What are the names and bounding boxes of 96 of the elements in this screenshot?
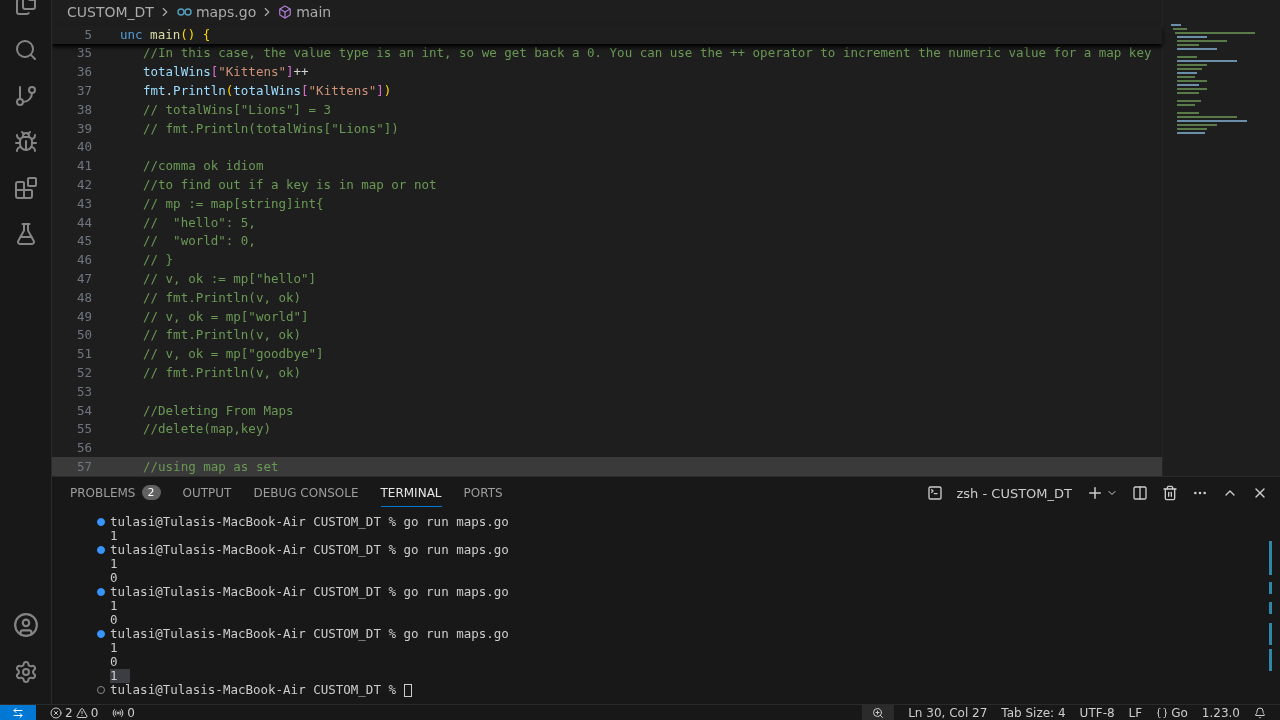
panel-tab[interactable]: PORTS [463,479,503,507]
code-line: //using map as set [142,458,279,474]
terminal-output: 1 [110,557,118,571]
line-number: 55 [75,421,92,437]
code-line: // fmt.Println(v, ok) [142,364,302,380]
code-line: //comma ok idiom [142,158,264,174]
line-number: 39 [75,120,92,136]
code-line: // mp := map[string]int{ [142,195,324,211]
code-line: // v, ok = mp["goodbye"] [142,346,324,362]
breadcrumb-item[interactable]: main [296,4,332,21]
extensions-icon[interactable] [13,176,38,200]
zoom-icon[interactable] [862,705,895,720]
line-number: 50 [75,327,92,343]
broadcast-icon [112,706,125,719]
panel-tab[interactable]: DEBUG CONSOLE [253,479,359,507]
text-cursor [403,683,412,697]
line-number: 41 [75,158,92,174]
code-line: // fmt.Println(v, ok) [142,289,302,305]
code-line: //to find out if a key is in map or not [142,177,437,192]
bell-icon[interactable] [1254,706,1266,719]
split-icon[interactable] [1132,485,1148,501]
cube-icon [278,5,293,20]
line-number: 46 [75,252,92,268]
encoding[interactable]: UTF-8 [1079,705,1115,720]
panel-tab[interactable]: TERMINAL [380,479,442,507]
count-badge: 2 [141,485,161,500]
line-number: 35 [75,45,92,61]
terminal-prompt: tulasi@Tulasis-MacBook-Air CUSTOM_DT % go run maps.go [110,515,509,529]
account-icon[interactable] [12,612,39,638]
remote-icon[interactable] [0,705,36,720]
cursor-position[interactable]: Ln 30, Col 27 [908,705,988,720]
line-number: 5 [83,26,92,42]
line-number: 54 [75,402,92,418]
code-line: //delete(map,key) [142,421,271,437]
terminal-output: 0 [110,571,118,585]
code-line: // "world": 0, [142,233,256,249]
terminal-output: 1 [110,529,118,543]
tab-size[interactable]: Tab Size: 4 [1001,705,1066,720]
go-file-icon [175,8,192,17]
line-number: 47 [75,271,92,286]
code-line: //Deleting From Maps [142,402,294,418]
terminal-output: 1 [110,641,118,655]
code-line: fmt.Println(totalWins["Kittens"]) [142,83,392,98]
line-number: 37 [75,83,92,98]
line-number: 36 [75,64,92,80]
run-debug-icon[interactable] [13,130,38,154]
terminal-output: 0 [110,655,118,669]
code-line: // v, ok = mp["world"] [142,308,309,324]
code-line: // fmt.Println(totalWins["Lions"]) [142,120,399,136]
warning-icon [75,706,88,719]
plus-icon[interactable] [1086,484,1104,502]
line-number: 57 [75,458,92,474]
code-line: totalWins["Kittens"]++ [142,64,309,80]
line-number: 53 [75,383,92,399]
terminal-output: 1 [110,669,130,683]
line-number: 38 [75,101,92,117]
line-number: 42 [75,177,92,192]
line-number: 49 [75,308,92,324]
line-number: 52 [75,364,92,380]
problems-status[interactable]: 2 0 [50,705,99,720]
terminal-icon [926,485,943,501]
code-line: // } [142,252,174,268]
line-number: 40 [75,139,92,155]
source-control-icon[interactable] [13,84,38,108]
go-version[interactable]: 1.23.0 [1201,705,1240,720]
code-line: // "hello": 5, [142,214,256,230]
line-number: 45 [75,233,92,249]
search-icon[interactable] [13,38,38,62]
code-line: //In this case, the value type is an int, so we get back a 0. You can use the ++ operator to increment the numeric value for a map key [142,45,1152,61]
terminal-prompt: tulasi@Tulasis-MacBook-Air CUSTOM_DT % [110,683,397,697]
braces-icon [1156,706,1169,719]
breadcrumb-item[interactable]: CUSTOM_DT [67,4,154,21]
terminal-prompt: tulasi@Tulasis-MacBook-Air CUSTOM_DT % go run maps.go [110,543,509,557]
terminal-output: 1 [110,599,118,613]
code-line: // v, ok := mp["hello"] [142,271,317,286]
error-icon [50,706,62,719]
trash-icon[interactable] [1162,485,1178,501]
terminal-prompt: tulasi@Tulasis-MacBook-Air CUSTOM_DT % go run maps.go [110,585,509,599]
terminal-prompt: tulasi@Tulasis-MacBook-Air CUSTOM_DT % go run maps.go [110,627,509,641]
line-ending[interactable]: LF [1128,705,1143,720]
panel-tab[interactable]: PROBLEMS 2 [70,479,161,507]
line-number: 51 [75,346,92,362]
terminal-name[interactable]: zsh - CUSTOM_DT [956,485,1072,501]
line-number: 44 [75,214,92,230]
settings-icon[interactable] [13,660,38,684]
line-number: 56 [75,440,92,456]
panel-tab[interactable]: OUTPUT [182,479,232,507]
code-line: // fmt.Println(v, ok) [142,327,302,343]
code-line: // totalWins["Lions"] = 3 [142,101,332,117]
ports-status[interactable]: 0 [112,705,135,720]
line-number: 43 [75,195,92,211]
line-number: 48 [75,289,92,305]
terminal-output: 0 [110,613,118,627]
breadcrumb-item[interactable]: maps.go [195,4,257,21]
code-line: unc main() { [119,26,211,42]
language-mode[interactable]: Go [1156,705,1188,720]
